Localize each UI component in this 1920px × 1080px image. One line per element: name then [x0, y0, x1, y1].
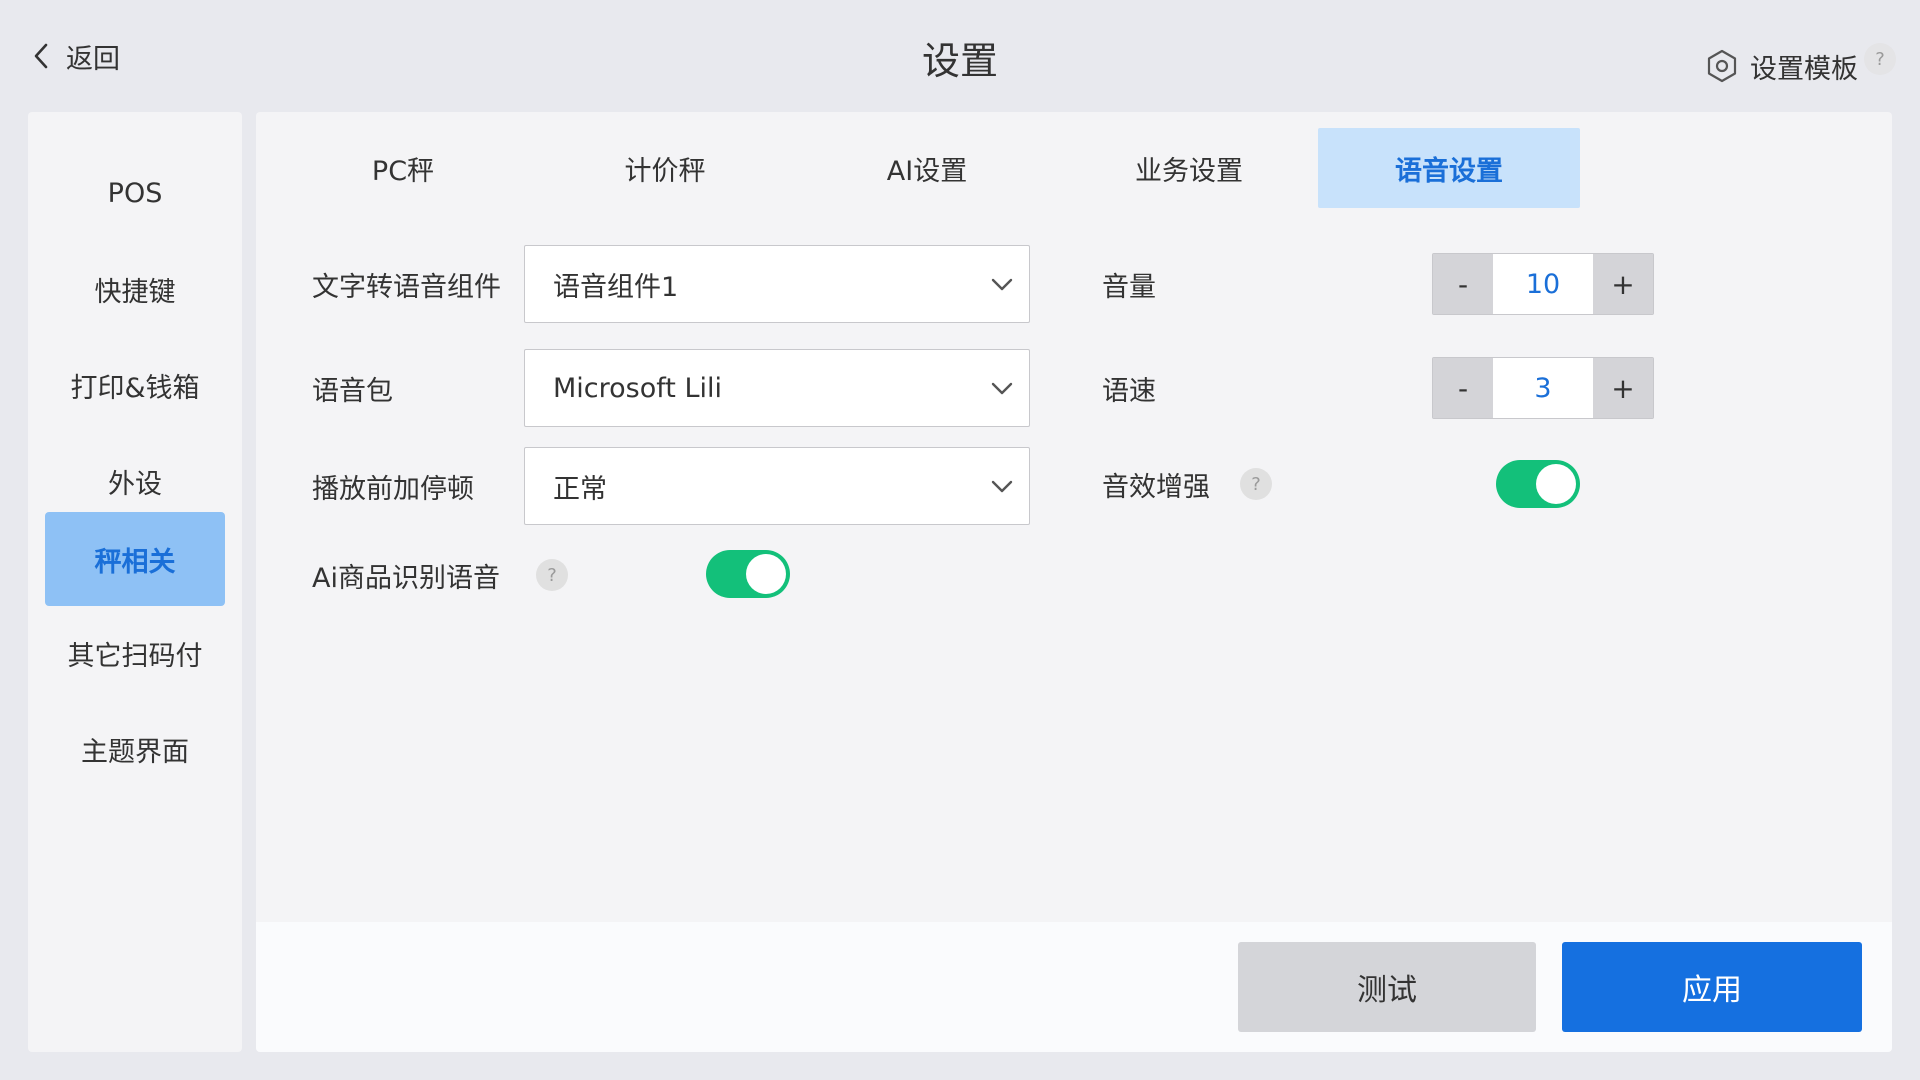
- sound-enhance-toggle[interactable]: [1496, 460, 1580, 508]
- volume-label: 音量: [1102, 271, 1156, 303]
- header: 返回 设置 设置模板 ?: [0, 0, 1920, 112]
- footer-bar: 测试 应用: [256, 922, 1892, 1052]
- help-icon[interactable]: ?: [1864, 43, 1896, 75]
- pause-before-play-value: 正常: [553, 473, 607, 505]
- settings-hex-icon: [1707, 49, 1737, 83]
- voice-pack-value: Microsoft Lili: [553, 372, 723, 404]
- speech-rate-stepper: - 3 +: [1432, 357, 1654, 419]
- back-button[interactable]: 返回: [30, 36, 120, 76]
- sidebar-item-theme[interactable]: 主题界面: [45, 702, 225, 796]
- chevron-left-icon: [34, 43, 48, 69]
- speech-rate-label: 语速: [1102, 375, 1156, 407]
- pause-before-play-select[interactable]: 正常: [524, 447, 1030, 525]
- sidebar-item-pos[interactable]: POS: [45, 146, 225, 240]
- tab-pricing-scale[interactable]: 计价秤: [534, 128, 796, 208]
- back-label: 返回: [66, 43, 120, 75]
- chevron-down-icon: [991, 278, 1013, 291]
- toggle-knob: [1536, 464, 1576, 504]
- tts-component-select[interactable]: 语音组件1: [524, 245, 1030, 323]
- pause-before-play-label: 播放前加停顿: [312, 473, 474, 505]
- volume-value[interactable]: 10: [1493, 254, 1593, 314]
- chevron-down-icon: [991, 382, 1013, 395]
- speech-rate-value[interactable]: 3: [1493, 358, 1593, 418]
- sidebar-item-shortcuts[interactable]: 快捷键: [45, 242, 225, 336]
- test-button[interactable]: 测试: [1238, 942, 1536, 1032]
- main-panel: PC秤 计价秤 AI设置 业务设置 语音设置 文字转语音组件 语音组件1 语音包…: [256, 112, 1892, 1052]
- sidebar-item-scale[interactable]: 秤相关: [45, 512, 225, 606]
- tab-bar: PC秤 计价秤 AI设置 业务设置 语音设置: [256, 128, 1892, 208]
- voice-pack-label: 语音包: [312, 375, 393, 407]
- tab-pc-scale[interactable]: PC秤: [272, 128, 534, 208]
- sound-enhance-label: 音效增强: [1102, 471, 1210, 503]
- speech-rate-increase-button[interactable]: +: [1593, 358, 1653, 418]
- volume-stepper: - 10 +: [1432, 253, 1654, 315]
- volume-decrease-button[interactable]: -: [1433, 254, 1493, 314]
- help-icon[interactable]: ?: [1240, 468, 1272, 500]
- ai-product-voice-toggle[interactable]: [706, 550, 790, 598]
- voice-pack-select[interactable]: Microsoft Lili: [524, 349, 1030, 427]
- apply-button[interactable]: 应用: [1562, 942, 1862, 1032]
- settings-template-label: 设置模板: [1750, 53, 1858, 85]
- ai-product-voice-label: Ai商品识别语音: [312, 562, 500, 594]
- sidebar-item-print-cashbox[interactable]: 打印&钱箱: [45, 338, 225, 432]
- page-title: 设置: [921, 39, 998, 83]
- chevron-down-icon: [991, 480, 1013, 493]
- settings-template-button[interactable]: 设置模板 ?: [1706, 43, 1896, 88]
- speech-rate-decrease-button[interactable]: -: [1433, 358, 1493, 418]
- toggle-knob: [746, 554, 786, 594]
- volume-increase-button[interactable]: +: [1593, 254, 1653, 314]
- tab-business-settings[interactable]: 业务设置: [1058, 128, 1320, 208]
- sidebar: POS 快捷键 打印&钱箱 外设 秤相关 其它扫码付 主题界面: [28, 112, 242, 1052]
- sidebar-item-other-scan-pay[interactable]: 其它扫码付: [45, 606, 225, 700]
- tab-voice-settings[interactable]: 语音设置: [1318, 128, 1580, 208]
- tab-ai-settings[interactable]: AI设置: [796, 128, 1058, 208]
- tts-component-value: 语音组件1: [553, 271, 679, 303]
- tts-component-label: 文字转语音组件: [312, 271, 501, 303]
- help-icon[interactable]: ?: [536, 559, 568, 591]
